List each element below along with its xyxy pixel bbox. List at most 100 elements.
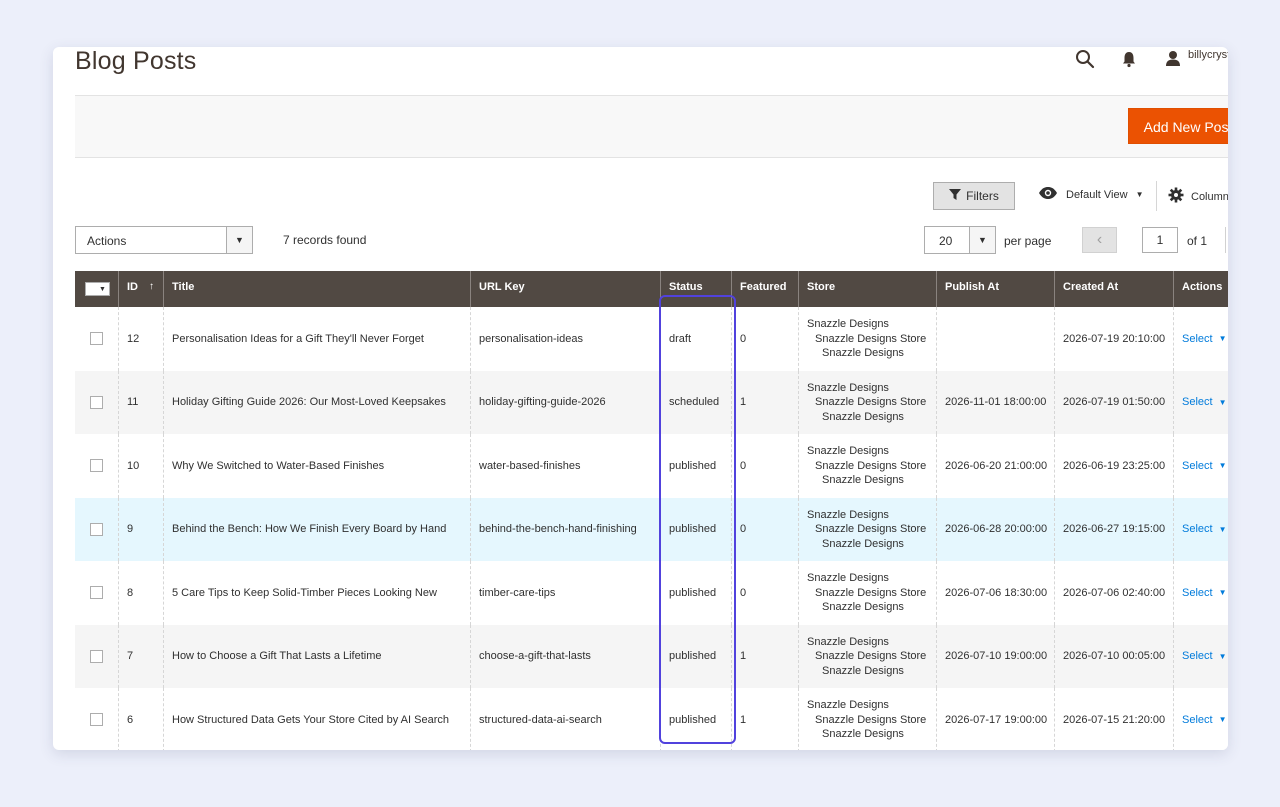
row-action-select[interactable]: Select ▼ — [1174, 498, 1228, 562]
cell-status: published — [661, 688, 732, 750]
view-label: Default View — [1066, 188, 1128, 201]
table-row[interactable]: 10 Why We Switched to Water-Based Finish… — [75, 434, 1228, 498]
chevron-down-icon: ▼ — [1135, 190, 1144, 199]
cell-status: published — [661, 624, 732, 688]
row-action-select[interactable]: Select ▼ — [1174, 434, 1228, 498]
admin-window: Blog Posts billycryst Add New Post Filte… — [53, 47, 1228, 750]
cell-status: published — [661, 561, 732, 625]
row-checkbox[interactable] — [90, 395, 103, 409]
cell-created-at: 2026-07-19 20:10:00 — [1055, 307, 1174, 371]
add-new-post-button[interactable]: Add New Post — [1128, 108, 1228, 144]
cell-featured: 1 — [732, 624, 799, 688]
column-header-status[interactable]: Status — [661, 271, 732, 307]
chevron-down-icon: ▼ — [1218, 334, 1227, 344]
row-action-select[interactable]: Select ▼ — [1174, 688, 1228, 750]
cell-id: 7 — [119, 624, 164, 688]
mass-select-header[interactable]: ▼ — [75, 271, 119, 307]
cell-status: draft — [661, 307, 732, 371]
cell-publish-at: 2026-07-17 19:00:00 — [937, 688, 1055, 750]
table-row[interactable]: 9 Behind the Bench: How We Finish Every … — [75, 497, 1228, 562]
cell-store: Snazzle Designs Snazzle Designs Store Snaz… — [799, 307, 937, 371]
username-link[interactable]: billycryst — [1188, 49, 1228, 61]
cell-created-at: 2026-06-27 19:15:00 — [1055, 497, 1174, 561]
cell-id: 12 — [119, 307, 164, 371]
row-action-select[interactable]: Select ▼ — [1174, 371, 1228, 435]
mass-select-checkbox[interactable]: ▼ — [85, 282, 110, 296]
cell-publish-at: 2026-06-28 20:00:00 — [937, 497, 1055, 561]
columns-label: Columns — [1191, 190, 1228, 203]
columns-dropdown[interactable]: Columns — [1168, 187, 1228, 206]
per-page-select[interactable]: 20 ▼ — [924, 226, 996, 254]
cell-publish-at: 2026-07-10 19:00:00 — [937, 624, 1055, 688]
previous-page-button[interactable]: ‹ — [1082, 227, 1117, 253]
chevron-down-icon: ▼ — [1218, 651, 1227, 661]
default-view-dropdown[interactable]: Default View ▼ — [1038, 186, 1143, 203]
row-checkbox[interactable] — [90, 459, 103, 473]
cell-publish-at: 2026-07-06 18:30:00 — [937, 561, 1055, 625]
row-checkbox[interactable] — [90, 522, 103, 536]
cell-store: Snazzle Designs Snazzle Designs Store Snaz… — [799, 624, 937, 688]
cell-title: How Structured Data Gets Your Store Cite… — [164, 688, 471, 750]
user-icon[interactable] — [1163, 49, 1183, 69]
current-page-input[interactable] — [1142, 227, 1178, 253]
chevron-down-icon: ▼ — [1218, 588, 1227, 598]
row-action-select[interactable]: Select ▼ — [1174, 625, 1228, 689]
mass-actions-select[interactable]: Actions ▼ — [75, 226, 253, 254]
page-total: of 1 — [1187, 234, 1208, 248]
column-header-publish-at[interactable]: Publish At — [937, 271, 1055, 307]
bell-icon[interactable] — [1119, 49, 1139, 69]
chevron-down-icon: ▼ — [1218, 715, 1227, 725]
table-row[interactable]: 7 How to Choose a Gift That Lasts a Life… — [75, 624, 1228, 689]
cell-created-at: 2026-07-19 01:50:00 — [1055, 370, 1174, 434]
cell-created-at: 2026-07-06 02:40:00 — [1055, 561, 1174, 625]
next-page-button[interactable] — [1225, 227, 1228, 253]
row-action-select[interactable]: Select ▼ — [1174, 561, 1228, 625]
search-icon[interactable] — [1075, 49, 1095, 69]
cell-id: 10 — [119, 434, 164, 498]
row-checkbox[interactable] — [90, 586, 103, 600]
chevron-down-icon: ▼ — [969, 227, 995, 253]
page-title: Blog Posts — [75, 47, 197, 75]
toolbar-divider — [1156, 181, 1157, 211]
cell-url-key: choose-a-gift-that-lasts — [471, 624, 661, 688]
column-header-created-at[interactable]: Created At — [1055, 271, 1174, 307]
cell-title: Personalisation Ideas for a Gift They'll… — [164, 307, 471, 371]
cell-featured: 1 — [732, 370, 799, 434]
row-action-select[interactable]: Select ▼ — [1174, 307, 1228, 371]
cell-status: scheduled — [661, 370, 732, 434]
cell-store: Snazzle Designs Snazzle Designs Store Snaz… — [799, 370, 937, 434]
cell-title: Holiday Gifting Guide 2026: Our Most-Lov… — [164, 370, 471, 434]
row-checkbox[interactable] — [90, 713, 103, 727]
column-header-title[interactable]: Title — [164, 271, 471, 307]
chevron-down-icon: ▼ — [1218, 524, 1227, 534]
table-row[interactable]: 6 How Structured Data Gets Your Store Ci… — [75, 688, 1228, 750]
cell-id: 9 — [119, 497, 164, 561]
table-row[interactable]: 12 Personalisation Ideas for a Gift They… — [75, 307, 1228, 371]
chevron-down-icon: ▼ — [226, 227, 252, 253]
filters-button[interactable]: Filters — [933, 182, 1015, 210]
cell-featured: 0 — [732, 561, 799, 625]
mass-actions-label: Actions — [87, 234, 127, 248]
column-header-url-key[interactable]: URL Key — [471, 271, 661, 307]
page-actions-bar — [75, 95, 1228, 158]
row-checkbox[interactable] — [90, 649, 103, 663]
table-row[interactable]: 11 Holiday Gifting Guide 2026: Our Most-… — [75, 370, 1228, 435]
table-row[interactable]: 8 5 Care Tips to Keep Solid-Timber Piece… — [75, 561, 1228, 625]
chevron-left-icon: ‹ — [1096, 231, 1103, 248]
eye-icon — [1038, 186, 1058, 203]
cell-url-key: behind-the-bench-hand-finishing — [471, 497, 661, 561]
sort-up-icon: ↑ — [149, 281, 154, 292]
cell-title: Why We Switched to Water-Based Finishes — [164, 434, 471, 498]
blog-posts-grid: ▼ ID ↑ Title URL Key Status Featured Sto… — [75, 271, 1228, 750]
row-checkbox[interactable] — [90, 332, 103, 346]
column-header-id[interactable]: ID ↑ — [119, 271, 164, 307]
cell-created-at: 2026-07-15 21:20:00 — [1055, 688, 1174, 750]
column-header-featured[interactable]: Featured — [732, 271, 799, 307]
cell-id: 6 — [119, 688, 164, 750]
column-header-store[interactable]: Store — [799, 271, 937, 307]
cell-featured: 0 — [732, 307, 799, 371]
cell-status: published — [661, 497, 732, 561]
cell-url-key: timber-care-tips — [471, 561, 661, 625]
cell-featured: 0 — [732, 434, 799, 498]
cell-status: published — [661, 434, 732, 498]
